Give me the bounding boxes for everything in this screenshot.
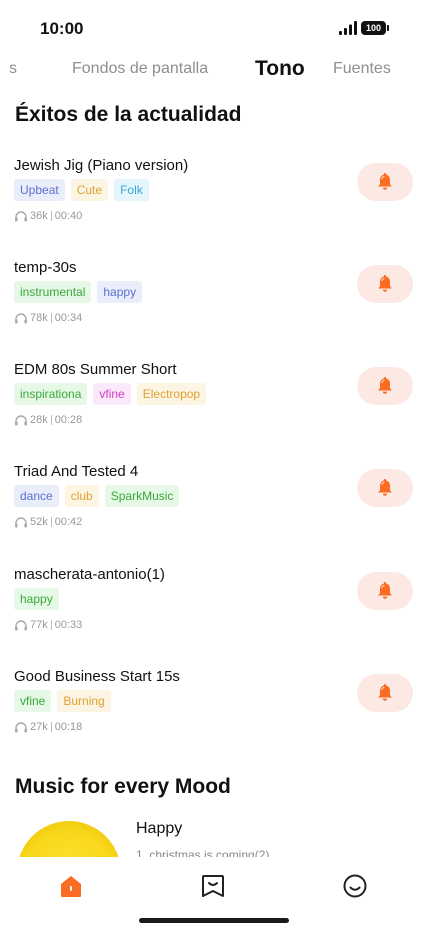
song-tag[interactable]: happy <box>97 281 143 303</box>
song-tag[interactable]: vfine <box>93 383 131 405</box>
meta-divider <box>50 415 52 425</box>
song-meta: 77k 00:33 <box>14 619 82 631</box>
set-ringtone-button[interactable] <box>357 572 413 610</box>
status-time: 10:00 <box>40 19 84 38</box>
song-row[interactable]: mascherata-antonio(1) happy 77k 00:33 <box>0 566 427 666</box>
song-tag[interactable]: vfine <box>14 690 52 712</box>
song-plays: 36k <box>30 210 48 222</box>
song-tags: happy <box>14 588 59 610</box>
bell-icon <box>378 582 392 599</box>
section-title-mood: Music for every Mood <box>15 775 231 798</box>
song-title: Good Business Start 15s <box>14 668 180 685</box>
song-duration: 00:40 <box>54 210 83 222</box>
meta-divider <box>50 722 52 732</box>
song-meta: 36k 00:40 <box>14 210 82 222</box>
status-bar: 10:00 100 <box>0 0 427 56</box>
song-meta: 27k 00:18 <box>14 721 82 733</box>
song-row[interactable]: Triad And Tested 4 dance club SparkMusic 52k… <box>0 463 427 563</box>
song-plays: 78k <box>30 312 48 324</box>
set-ringtone-button[interactable] <box>357 367 413 405</box>
tab-fondos-de-pantalla[interactable]: Fondos de pantalla <box>72 60 208 78</box>
song-meta: 52k 00:42 <box>14 516 82 528</box>
song-tags: dance club SparkMusic <box>14 485 180 507</box>
mood-cover-art <box>19 821 119 857</box>
song-tag[interactable]: Burning <box>57 690 111 712</box>
battery-level: 100 <box>361 21 386 35</box>
song-plays: 27k <box>30 721 48 733</box>
song-tags: inspirationa vfine Electropop <box>14 383 207 405</box>
bell-icon <box>378 173 392 190</box>
song-duration: 00:42 <box>54 516 83 528</box>
bell-icon <box>378 275 392 292</box>
mood-item-subtitle: 1. christmas is coming(2) <box>136 848 270 857</box>
headphone-icon <box>15 722 27 733</box>
meta-divider <box>50 211 52 221</box>
song-duration: 00:18 <box>54 721 83 733</box>
nav-collection[interactable] <box>199 872 227 900</box>
song-tag[interactable]: happy <box>14 588 59 610</box>
song-tag[interactable]: instrumental <box>14 281 92 303</box>
signal-icon <box>339 21 357 35</box>
song-tag[interactable]: inspirationa <box>14 383 88 405</box>
bell-icon <box>378 377 392 394</box>
smiley-icon <box>343 874 367 898</box>
song-tag[interactable]: club <box>64 485 99 507</box>
song-row[interactable]: temp-30s instrumental happy 78k 00:34 <box>0 259 427 359</box>
song-tag[interactable]: SparkMusic <box>104 485 180 507</box>
bell-icon <box>378 479 392 496</box>
headphone-icon <box>15 415 27 426</box>
tab-fuentes[interactable]: Fuentes <box>333 60 391 78</box>
song-duration: 00:34 <box>54 312 83 324</box>
home-icon <box>61 876 81 897</box>
song-title: EDM 80s Summer Short <box>14 361 177 378</box>
bell-icon <box>378 684 392 701</box>
song-title: mascherata-antonio(1) <box>14 566 165 583</box>
bookmark-icon <box>202 875 224 897</box>
meta-divider <box>50 313 52 323</box>
song-duration: 00:28 <box>54 414 83 426</box>
song-row[interactable]: Jewish Jig (Piano version) Upbeat Cute Folk… <box>0 157 427 257</box>
headphone-icon <box>15 620 27 631</box>
bottom-nav <box>0 857 427 930</box>
battery-icon: 100 <box>361 21 389 35</box>
song-title: Jewish Jig (Piano version) <box>14 157 189 174</box>
mood-cover-image[interactable] <box>19 821 119 857</box>
headphone-icon <box>15 313 27 324</box>
song-tags: vfine Burning <box>14 690 111 712</box>
set-ringtone-button[interactable] <box>357 265 413 303</box>
song-plays: 28k <box>30 414 48 426</box>
headphone-icon <box>15 517 27 528</box>
song-tags: Upbeat Cute Folk <box>14 179 149 201</box>
song-row[interactable]: EDM 80s Summer Short inspirationa vfine Ele… <box>0 361 427 461</box>
song-plays: 77k <box>30 619 48 631</box>
song-tag[interactable]: Electropop <box>136 383 207 405</box>
top-tabs: s Fondos de pantalla Tono Fuentes <box>0 52 427 88</box>
song-tag[interactable]: Cute <box>70 179 109 201</box>
nav-profile[interactable] <box>341 872 369 900</box>
home-indicator <box>139 918 289 923</box>
nav-home[interactable] <box>57 872 85 900</box>
headphone-icon <box>15 211 27 222</box>
song-plays: 52k <box>30 516 48 528</box>
song-tags: instrumental happy <box>14 281 143 303</box>
song-meta: 78k 00:34 <box>14 312 82 324</box>
meta-divider <box>50 620 52 630</box>
song-title: Triad And Tested 4 <box>14 463 139 480</box>
set-ringtone-button[interactable] <box>357 469 413 507</box>
set-ringtone-button[interactable] <box>357 163 413 201</box>
song-duration: 00:33 <box>54 619 83 631</box>
song-tag[interactable]: Upbeat <box>14 179 65 201</box>
meta-divider <box>50 517 52 527</box>
song-tag[interactable]: dance <box>14 485 59 507</box>
section-title-trending: Éxitos de la actualidad <box>15 103 242 126</box>
tab-previous[interactable]: s <box>9 60 17 78</box>
set-ringtone-button[interactable] <box>357 674 413 712</box>
song-row[interactable]: Good Business Start 15s vfine Burning 27k 00… <box>0 668 427 768</box>
song-tag[interactable]: Folk <box>114 179 149 201</box>
tab-tono[interactable]: Tono <box>255 57 305 81</box>
song-meta: 28k 00:28 <box>14 414 82 426</box>
song-title: temp-30s <box>14 259 77 276</box>
mood-item-name[interactable]: Happy <box>136 820 182 838</box>
